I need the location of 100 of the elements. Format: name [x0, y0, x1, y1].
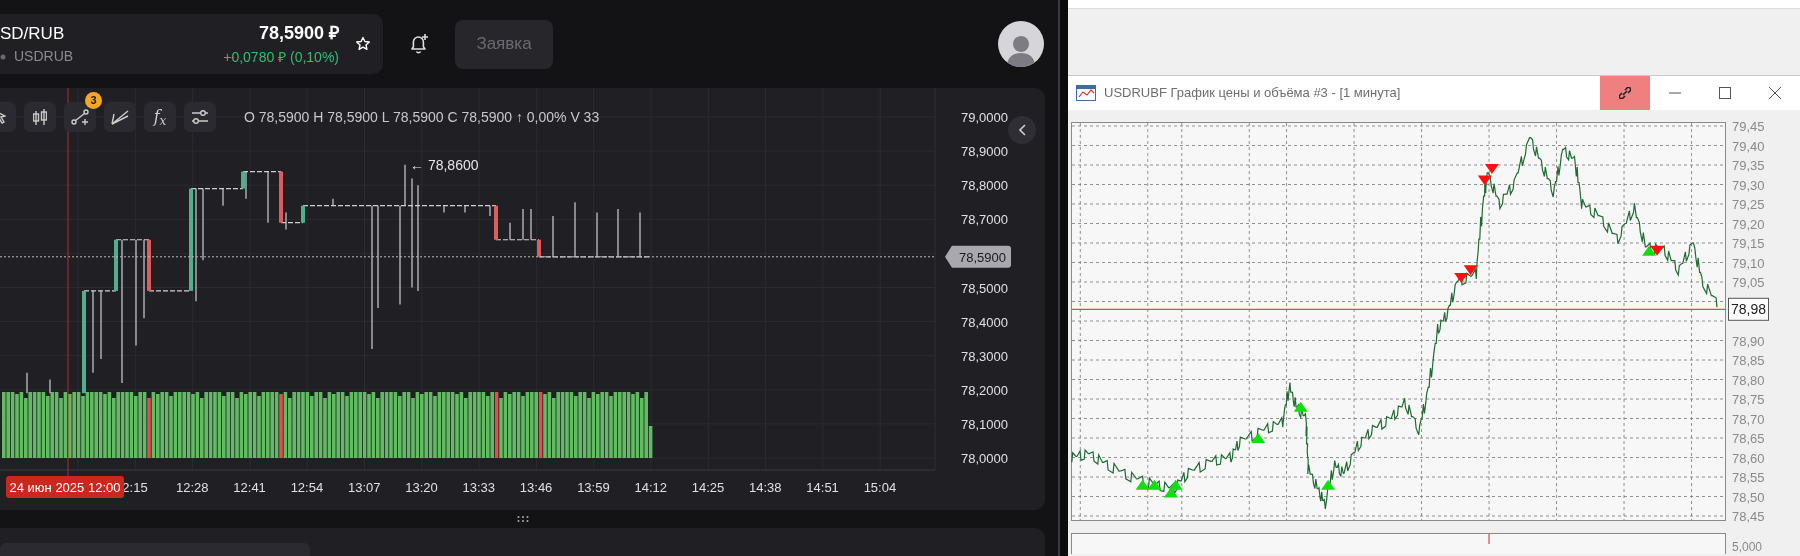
- dot-icon: [0, 53, 6, 60]
- close-icon: [1769, 87, 1781, 99]
- chevron-left-icon: [1018, 124, 1026, 136]
- candle-wick: [489, 205, 491, 217]
- price-axis-label: 78,8000: [961, 178, 1008, 194]
- candle-wick: [267, 170, 269, 224]
- window-title: USDRUBF График цены и объёма #3 - [1 минута]: [1104, 84, 1402, 103]
- down-triangle-marker: [1484, 163, 1499, 174]
- price-axis-label: 78,5000: [961, 280, 1008, 296]
- time-axis-label: 14:12: [634, 480, 667, 495]
- candle-body: [241, 171, 245, 189]
- price-level-line: [83, 290, 117, 292]
- candle-body: [537, 239, 541, 257]
- time-axis-label: 15:04: [863, 480, 897, 495]
- candle-wick: [443, 205, 445, 214]
- down-triangle-marker: [1463, 265, 1478, 276]
- drawing-tool-button[interactable]: [104, 102, 136, 132]
- chart-window-icon: [1076, 85, 1096, 101]
- time-axis-label: 14:51: [806, 480, 839, 495]
- chart-settings-button[interactable]: [184, 102, 216, 132]
- price-axis-label: 79,25: [1732, 197, 1765, 212]
- price-level-line: [148, 290, 192, 292]
- price-axis-label: 78,1000: [961, 416, 1008, 432]
- up-triangle-marker: [1321, 479, 1336, 490]
- price-axis-label: 78,90: [1732, 333, 1765, 349]
- price-axis-label: 79,15: [1732, 236, 1765, 251]
- instrument-price: 78,5900 ₽: [258, 22, 339, 45]
- up-triangle-marker: [1135, 479, 1150, 490]
- link-icon: [1619, 87, 1631, 99]
- instrument-code: USDRUB: [14, 47, 74, 67]
- price-axis-label: 78,45: [1732, 509, 1765, 524]
- up-triangle-marker: [1147, 479, 1162, 490]
- candle-wick: [464, 205, 466, 214]
- link-button[interactable]: [1600, 76, 1650, 110]
- price-change: +0,0780 ₽ (0,10%): [223, 48, 339, 67]
- time-axis-label: 13:20: [405, 480, 438, 495]
- candle-wick: [222, 188, 224, 207]
- down-triangle-marker: [1477, 175, 1492, 186]
- candle-wick: [639, 211, 641, 258]
- candle-wick: [552, 215, 554, 258]
- minimize-icon: [1669, 92, 1681, 94]
- down-triangle-marker: [1650, 245, 1665, 256]
- time-axis-label: 13:33: [462, 480, 496, 495]
- price-axis-label: 78,65: [1732, 431, 1765, 446]
- time-axis-label: 2:15: [122, 480, 148, 495]
- candlestick-icon: [33, 108, 47, 126]
- price-axis-label: 78,4000: [961, 314, 1008, 330]
- maximize-icon: [1719, 87, 1731, 99]
- price-axis-label: 78,85: [1732, 353, 1765, 368]
- up-triangle-marker: [1642, 245, 1657, 256]
- candle-wick: [245, 170, 247, 200]
- high-price-label: ← 78,8600: [410, 156, 479, 173]
- drawings-count-badge: 3: [85, 92, 102, 109]
- ohlc-values: O 78,5900 H 78,5900 L 78,5900 C 78,5900 ↑ 0,00% V 33: [244, 107, 600, 127]
- crosshair-time-label: 24 июн 2025 12:00: [6, 476, 124, 498]
- indicators-button[interactable]: f$_{x}$: [144, 102, 176, 132]
- time-axis-label: 12:28: [176, 480, 209, 495]
- candle-wick: [617, 208, 619, 258]
- price-axis-label: 79,40: [1732, 138, 1765, 154]
- price-axis-label: 78,70: [1732, 411, 1765, 427]
- price-axis-label: 78,80: [1732, 372, 1765, 388]
- time-axis-label: 14:38: [749, 480, 782, 495]
- candle-body: [114, 239, 118, 291]
- price-level-line: [242, 170, 282, 173]
- candle-wick: [574, 201, 576, 258]
- up-triangle-marker: [1293, 401, 1308, 412]
- candle-body: [494, 205, 498, 240]
- candle-wick: [49, 378, 51, 394]
- avatar[interactable]: [998, 21, 1044, 67]
- sliders-icon: [191, 110, 209, 124]
- favorite-star-button[interactable]: [355, 36, 371, 52]
- price-axis-label: 79,0000: [961, 110, 1008, 125]
- resize-handle-icon[interactable]: [516, 516, 529, 522]
- current-price-tag: 78,5900: [945, 245, 1011, 268]
- candle-body: [301, 205, 305, 223]
- time-axis-label: 12:54: [290, 480, 324, 495]
- collapse-button[interactable]: [1008, 116, 1036, 144]
- time-axis-label: 12:41: [233, 480, 266, 495]
- price-axis-label: 78,60: [1732, 450, 1765, 466]
- price-level-line: [190, 188, 244, 190]
- candle-wick: [530, 208, 532, 241]
- candle-wick: [509, 222, 511, 241]
- candle-wick: [332, 198, 334, 207]
- time-axis-label: 13:46: [519, 480, 553, 495]
- instrument-name: SD/RUB: [0, 22, 66, 45]
- fan-lines-icon: [111, 109, 129, 125]
- up-triangle-marker: [1251, 433, 1266, 443]
- chart-type-button[interactable]: [24, 102, 56, 132]
- price-axis-label: 78,2000: [961, 382, 1008, 398]
- candle-body: [147, 239, 151, 291]
- drawing-tools-button[interactable]: [64, 102, 96, 132]
- candle-body: [279, 171, 283, 223]
- instrument-card[interactable]: SD/RUB USDRUB 78,5900 ₽ +0,0780 ₽ (0,10%): [0, 14, 383, 74]
- last-price-tag: 78,98: [1728, 297, 1769, 321]
- trend-line-icon: [71, 108, 89, 126]
- candle-wick: [596, 211, 598, 258]
- volume-axis-label: 5,000: [1732, 540, 1763, 554]
- time-axis-label: 13:59: [577, 480, 610, 495]
- price-axis-label: 78,75: [1732, 392, 1765, 407]
- candle-wick: [100, 290, 102, 360]
